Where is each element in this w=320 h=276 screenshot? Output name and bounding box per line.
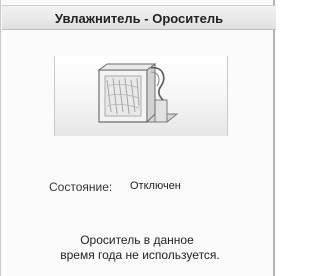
status-note-line2: время года не используется. [60,248,220,262]
humidifier-panel: Увлажнитель - Ороситель Состояние: Отклю… [0,0,276,276]
panel-title: Увлажнитель - Ороситель [54,11,224,26]
status-note-line1: Ороситель в данное [80,233,194,247]
device-image [54,56,228,136]
panel-header: Увлажнитель - Ороситель [2,5,276,30]
status-value: Отключен [130,180,181,192]
humidifier-cassette-icon [97,63,179,124]
status-label: Состояние: [49,180,113,194]
status-note: Ороситель в данное время года не использ… [1,233,273,263]
